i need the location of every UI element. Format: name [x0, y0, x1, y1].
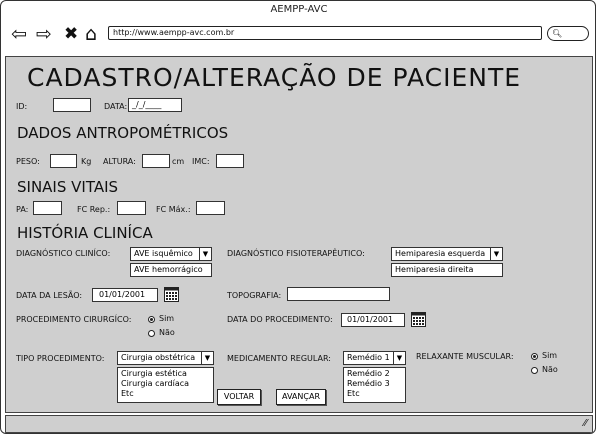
imc-input[interactable]	[216, 154, 244, 168]
fc-rep-label: FC Rep.:	[77, 205, 111, 214]
altura-input[interactable]	[142, 154, 170, 168]
diag-fisio-label: DIAGNÓSTICO FISIOTERAPÊUTICO:	[227, 249, 365, 258]
medicamento-select[interactable]: Remédio 1 ▼	[343, 351, 406, 365]
diag-clinico-select[interactable]: AVE isquêmico ▼	[130, 247, 212, 261]
medicamento-label: MEDICAMENTO REGULAR:	[227, 354, 331, 363]
voltar-button[interactable]: VOLTAR	[217, 389, 261, 405]
relaxante-nao-radio[interactable]	[531, 367, 538, 374]
topografia-input[interactable]	[287, 287, 390, 301]
diag-clinico-options: AVE hemorrágico	[130, 263, 212, 277]
proc-cirurgico-sim-label: Sim	[159, 314, 175, 323]
medicamento-selected: Remédio 1	[347, 353, 390, 362]
home-icon[interactable]: ⌂	[85, 25, 97, 44]
data-lesao-label: DATA DA LESÃO:	[16, 291, 83, 300]
medicamento-option[interactable]: Etc	[347, 389, 402, 399]
diag-fisio-selected: Hemiparesia esquerda	[395, 249, 486, 258]
search-box[interactable]: 🔍︎	[547, 26, 589, 41]
diag-clinico-selected: AVE isquêmico	[134, 249, 193, 258]
proc-cirurgico-label: PROCEDIMENTO CIRURGÍCO:	[16, 315, 132, 324]
back-arrow-icon[interactable]: ⇦	[11, 25, 27, 44]
section-antropometricos: DADOS ANTROPOMÉTRICOS	[17, 124, 229, 142]
chevron-down-icon: ▼	[201, 352, 213, 364]
data-lesao-input[interactable]: 01/01/2001	[92, 288, 158, 302]
tipo-proc-options: Cirurgia estética Cirurgia cardíaca Etc	[117, 367, 214, 403]
window-title: AEMPP-AVC	[270, 4, 328, 15]
forward-arrow-icon[interactable]: ⇨	[36, 25, 52, 44]
fc-rep-input[interactable]	[117, 201, 146, 215]
proc-cirurgico-nao-label: Não	[159, 328, 175, 337]
medicamento-options: Remédio 2 Remédio 3 Etc	[343, 367, 406, 403]
calendar-icon[interactable]	[164, 287, 179, 302]
resize-grip-icon[interactable]: ⁄⁄	[584, 418, 587, 430]
tipo-proc-label: TIPO PROCEDIMENTO:	[16, 354, 105, 363]
fc-max-label: FC Máx.:	[156, 205, 191, 214]
proc-cirurgico-nao-radio[interactable]	[148, 330, 155, 337]
close-icon[interactable]: ✖	[64, 25, 78, 44]
altura-label: ALTURA:	[103, 157, 136, 166]
tipo-proc-option[interactable]: Cirurgia estética	[121, 369, 210, 379]
data-proc-label: DATA DO PROCEDIMENTO:	[227, 315, 333, 324]
chevron-down-icon: ▼	[199, 248, 211, 260]
page-title: CADASTRO/ALTERAÇÃO DE PACIENTE	[27, 63, 522, 92]
relaxante-sim-radio[interactable]	[531, 353, 538, 360]
status-bar: ⁄⁄	[5, 415, 593, 433]
peso-input[interactable]	[50, 154, 77, 168]
search-icon: 🔍︎	[552, 29, 563, 38]
peso-unit: Kg	[81, 157, 92, 166]
relaxante-label: RELAXANTE MUSCULAR:	[416, 352, 514, 361]
tipo-proc-select[interactable]: Cirurgia obstétrica ▼	[117, 351, 214, 365]
calendar-icon[interactable]	[411, 312, 426, 327]
data-proc-input[interactable]: 01/01/2001	[341, 313, 405, 327]
address-bar[interactable]: http://www.aempp-avc.com.br	[108, 26, 542, 40]
tipo-proc-option[interactable]: Cirurgia cardíaca	[121, 379, 210, 389]
tipo-proc-option[interactable]: Etc	[121, 389, 210, 399]
medicamento-option[interactable]: Remédio 3	[347, 379, 402, 389]
id-input[interactable]	[53, 98, 91, 112]
chevron-down-icon: ▼	[393, 352, 405, 364]
peso-label: PESO:	[16, 157, 40, 166]
relaxante-sim-label: Sim	[542, 351, 558, 360]
date-label: DATA:	[104, 102, 128, 111]
tipo-proc-selected: Cirurgia obstétrica	[121, 353, 196, 362]
pa-label: PA:	[16, 205, 29, 214]
page-content: CADASTRO/ALTERAÇÃO DE PACIENTE ID: DATA:…	[5, 56, 593, 413]
diag-clinico-label: DIAGNÓSTICO CLINÍCO:	[16, 249, 111, 258]
section-historia-clinica: HISTÓRIA CLINÍCA	[17, 224, 153, 242]
diag-clinico-option[interactable]: AVE hemorrágico	[134, 265, 208, 275]
diag-fisio-options: Hemiparesia direita	[391, 263, 503, 277]
avancar-button[interactable]: AVANÇAR	[276, 389, 326, 405]
diag-fisio-option[interactable]: Hemiparesia direita	[395, 265, 499, 275]
browser-window: AEMPP-AVC ⇦ ⇨ ✖ ⌂ http://www.aempp-avc.c…	[0, 0, 596, 434]
altura-unit: cm	[172, 157, 185, 166]
medicamento-option[interactable]: Remédio 2	[347, 369, 402, 379]
topografia-label: TOPOGRAFIA:	[227, 291, 282, 300]
pa-input[interactable]	[33, 201, 62, 215]
proc-cirurgico-sim-radio[interactable]	[148, 316, 155, 323]
id-label: ID:	[16, 102, 28, 111]
section-sinais-vitais: SINAIS VITAIS	[17, 178, 119, 196]
chevron-down-icon: ▼	[490, 248, 502, 260]
relaxante-nao-label: Não	[542, 365, 558, 374]
imc-label: IMC:	[192, 157, 210, 166]
fc-max-input[interactable]	[196, 201, 225, 215]
diag-fisio-select[interactable]: Hemiparesia esquerda ▼	[391, 247, 503, 261]
date-input[interactable]: _/_/____	[128, 98, 182, 112]
